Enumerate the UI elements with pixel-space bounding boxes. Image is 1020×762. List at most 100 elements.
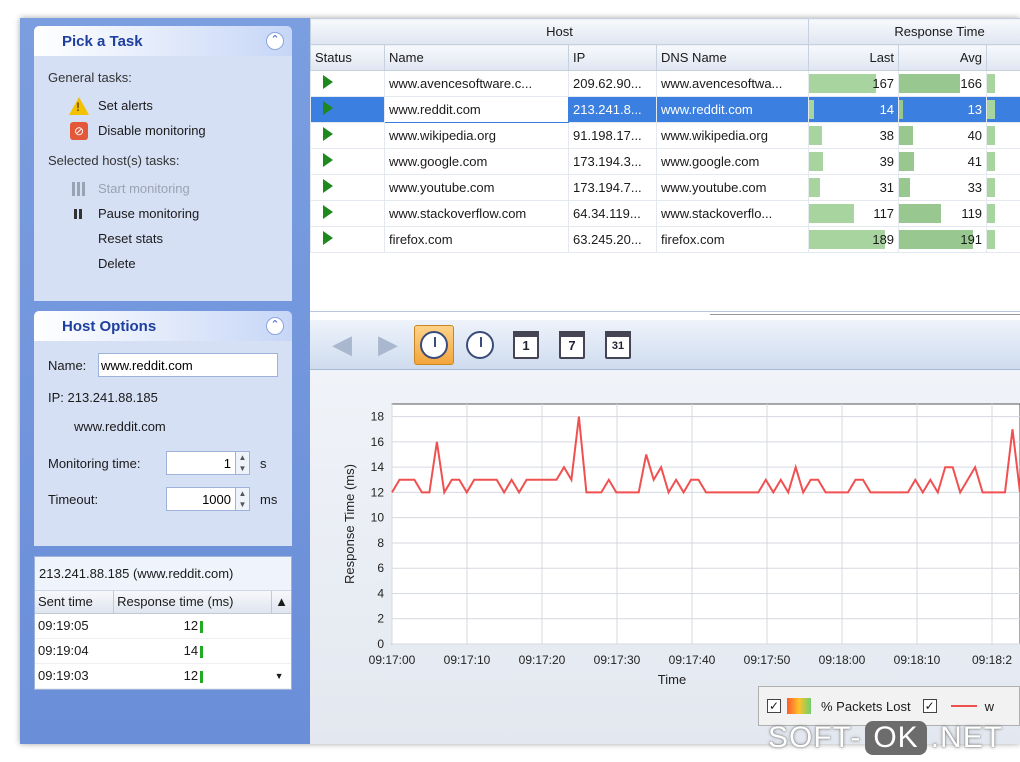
column-header-dns[interactable]: DNS Name	[655, 44, 810, 71]
host-options-header[interactable]: Host Options ⌃	[34, 311, 292, 341]
host-options-panel: Host Options ⌃ Name: IP: 213.241.88.185 …	[34, 311, 292, 546]
dns-cell: www.wikipedia.org	[655, 122, 810, 149]
status-cell	[310, 226, 385, 253]
collapse-icon[interactable]: ⌃	[266, 32, 284, 50]
series-checkbox[interactable]: ✓	[922, 699, 937, 713]
unit-label: ms	[260, 491, 278, 507]
calendar-icon: 31	[605, 330, 631, 359]
status-cell	[310, 148, 385, 175]
calendar-icon: 7	[559, 330, 585, 359]
dns-cell: www.google.com	[655, 148, 810, 175]
scroll-up-icon[interactable]: ▲	[271, 591, 291, 614]
x-tick-label: 09:17:20	[519, 653, 566, 667]
column-header[interactable]: Sent time	[35, 591, 115, 614]
hosts-grid: Host Response Time Status Name IP DNS Na…	[309, 18, 1020, 312]
host-row[interactable]: firefox.com 63.245.20... firefox.com 189 191	[310, 226, 1020, 253]
timeout-stepper[interactable]: ▲▼	[166, 487, 250, 511]
timeout-input[interactable]	[166, 487, 236, 511]
sent-time-cell: 09:19:03	[35, 663, 114, 689]
running-icon	[323, 205, 333, 219]
task-label: Delete	[98, 256, 136, 271]
x-tick-label: 09:17:00	[369, 653, 416, 667]
delete-link[interactable]: Delete	[48, 251, 278, 276]
column-header-avg[interactable]: Avg	[898, 44, 988, 71]
ip-text: IP: 213.241.88.185	[48, 389, 158, 405]
realtime-button[interactable]	[414, 324, 454, 365]
warning-icon	[68, 96, 90, 116]
panel-title: Pick a Task	[62, 32, 143, 50]
pause-icon	[68, 204, 90, 224]
host-name-cell: www.youtube.com	[384, 174, 569, 201]
x-axis-label: Time	[658, 672, 686, 687]
set-alerts-link[interactable]: Set alerts	[48, 93, 278, 118]
pause-monitoring-link[interactable]: Pause monitoring	[48, 201, 278, 226]
week-view-button[interactable]: 7	[552, 325, 592, 365]
ip-cell: 63.245.20...	[568, 226, 657, 253]
monitoring-time-label: Monitoring time:	[48, 455, 141, 471]
table-row[interactable]: 09:19:05 12	[35, 613, 291, 639]
clock-icon	[466, 330, 494, 359]
monitoring-time-row: Monitoring time: ▲▼ s	[48, 447, 278, 479]
avg-cell: 119	[898, 200, 988, 227]
disable-monitoring-link[interactable]: ⊘ Disable monitoring	[48, 118, 278, 143]
column-header[interactable]: Response time (ms)	[113, 591, 273, 614]
last-cell: 189	[808, 226, 900, 253]
pick-task-header[interactable]: Pick a Task ⌃	[34, 26, 292, 56]
y-tick-label: 14	[371, 460, 385, 474]
start-monitoring-link[interactable]: Start monitoring	[48, 176, 278, 201]
y-tick-label: 12	[371, 485, 385, 499]
ip-cell: 213.241.8...	[568, 96, 657, 123]
scroll-down-icon[interactable]: ▼	[271, 663, 291, 689]
y-tick-label: 2	[377, 612, 384, 626]
host-name-cell: www.wikipedia.org	[384, 122, 569, 149]
host-row[interactable]: www.google.com 173.194.3... www.google.com…	[310, 148, 1020, 175]
column-header-ip[interactable]: IP	[568, 44, 657, 71]
host-name-field[interactable]	[98, 353, 278, 377]
response-history-box: 213.241.88.185 (www.reddit.com) Sent tim…	[34, 556, 292, 690]
host-row[interactable]: www.youtube.com 173.194.7... www.youtube.c…	[310, 174, 1020, 201]
packets-lost-checkbox[interactable]: ✓	[767, 699, 781, 713]
monitoring-time-stepper[interactable]: ▲▼	[166, 451, 250, 475]
spin-arrows-icon[interactable]: ▲ ▼	[236, 451, 250, 475]
host-name-cell: firefox.com	[384, 226, 569, 253]
host-row[interactable]: www.reddit.com 213.241.8... www.reddit.com…	[310, 96, 1020, 123]
table-row[interactable]: 09:19:04 14	[35, 638, 291, 664]
splitter-handle[interactable]	[710, 314, 1020, 318]
running-icon	[323, 179, 333, 193]
y-tick-label: 10	[371, 511, 385, 525]
y-tick-label: 6	[377, 561, 384, 575]
table-row[interactable]: 09:19:03 12 ▼	[35, 663, 291, 689]
column-header-last[interactable]: Last	[808, 44, 900, 71]
column-header-name[interactable]: Name	[384, 44, 569, 71]
column-header-status[interactable]: Status	[310, 44, 385, 71]
y-tick-label: 8	[377, 536, 384, 550]
host-name-cell: www.stackoverflow.com	[384, 200, 569, 227]
last-cell: 31	[808, 174, 900, 201]
pick-task-panel: Pick a Task ⌃ General tasks: Set alerts …	[34, 26, 292, 301]
host-row[interactable]: www.wikipedia.org 91.198.17... www.wikiped…	[310, 122, 1020, 149]
last-cell: 167	[808, 70, 900, 97]
last-cell: 117	[808, 200, 900, 227]
history-button[interactable]	[460, 325, 500, 365]
spin-arrows-icon[interactable]: ▲ ▼	[236, 487, 250, 511]
name-row: Name:	[48, 349, 278, 381]
avg-cell: 33	[898, 174, 988, 201]
host-row[interactable]: www.avencesoftware.c... 209.62.90... www.a…	[310, 70, 1020, 97]
day-view-button[interactable]: 1	[506, 325, 546, 365]
monitoring-time-input[interactable]	[166, 451, 236, 475]
response-time-group-header: Response Time	[808, 18, 1020, 45]
general-tasks-label: General tasks:	[48, 70, 132, 85]
application-window: Pick a Task ⌃ General tasks: Set alerts …	[20, 18, 1020, 744]
reset-stats-link[interactable]: Reset stats	[48, 226, 278, 251]
collapse-icon[interactable]: ⌃	[266, 317, 284, 335]
dns-cell: www.youtube.com	[655, 174, 810, 201]
x-tick-label: 09:17:30	[594, 653, 641, 667]
back-button[interactable]: ◀	[322, 325, 362, 365]
running-icon	[323, 231, 333, 245]
dns-cell: www.stackoverflo...	[655, 200, 810, 227]
calendar-icon: 1	[513, 330, 539, 359]
host-row[interactable]: www.stackoverflow.com 64.34.119... www.sta…	[310, 200, 1020, 227]
forward-button[interactable]: ▶	[368, 325, 408, 365]
month-view-button[interactable]: 31	[598, 325, 638, 365]
ip-cell: 91.198.17...	[568, 122, 657, 149]
